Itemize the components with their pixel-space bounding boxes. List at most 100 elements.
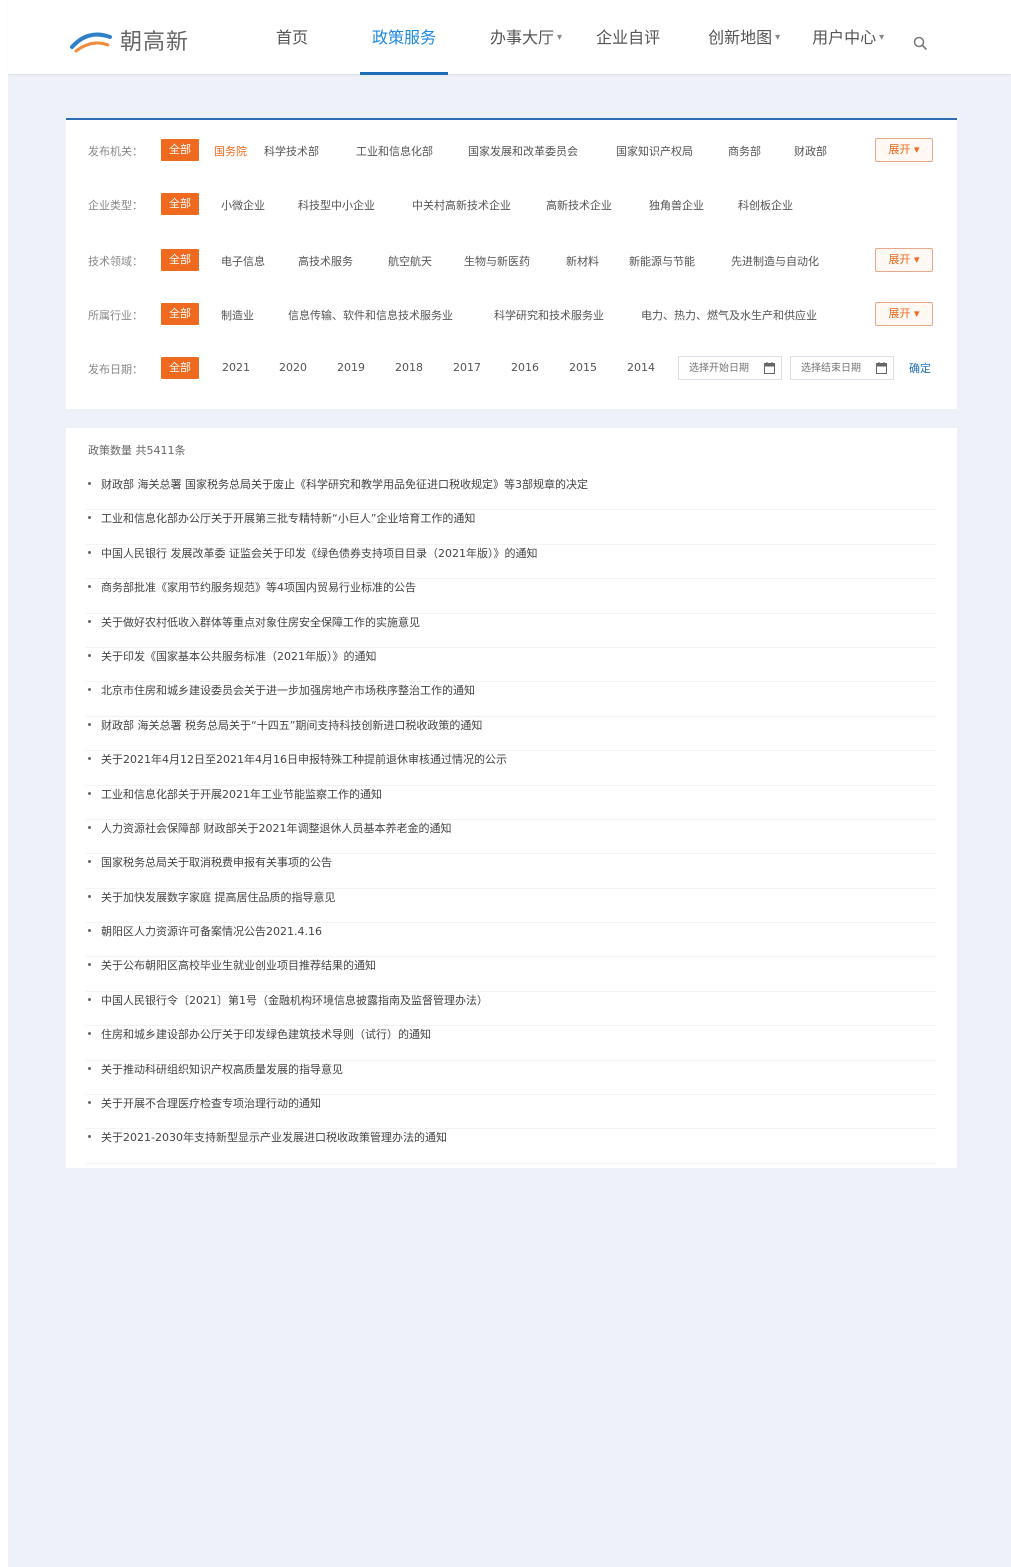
policy-title-link[interactable]: 关于推动科研组织知识产权高质量发展的指导意见	[101, 1061, 343, 1077]
policy-title-link[interactable]: 关于2021年4月12日至2021年4月16日申报特殊工种提前退休审核通过情况的…	[101, 751, 507, 767]
filter-option[interactable]: 电力、热力、燃气及水生产和供应业	[641, 307, 817, 323]
filter-option[interactable]: 2020	[279, 361, 307, 374]
policy-title-link[interactable]: 国家税务总局关于取消税费申报有关事项的公告	[101, 854, 332, 870]
filter-option[interactable]: 高新技术企业	[546, 197, 612, 213]
calendar-icon[interactable]	[876, 362, 887, 374]
nav-item-innovation-map[interactable]: 创新地图 ▾	[708, 0, 780, 75]
filter-all-button[interactable]: 全部	[161, 139, 199, 161]
calendar-icon[interactable]	[764, 362, 775, 374]
policy-list-item[interactable]: 关于2021-2030年支持新型显示产业发展进口税收政策管理办法的通知	[86, 1129, 936, 1164]
filter-all-button[interactable]: 全部	[161, 193, 199, 215]
policy-title-link[interactable]: 关于做好农村低收入群体等重点对象住房安全保障工作的实施意见	[101, 614, 420, 630]
policy-list-item[interactable]: 关于推动科研组织知识产权高质量发展的指导意见	[86, 1061, 936, 1096]
filter-option[interactable]: 制造业	[221, 307, 254, 323]
filter-option[interactable]: 财政部	[794, 143, 827, 159]
page-background: 朝高新 首页 政策服务 办事大厅 ▾ 企业自评 创新地图 ▾ 用户中心 ▾ 发布…	[8, 0, 1011, 1567]
policy-list-item[interactable]: 住房和城乡建设部办公厅关于印发绿色建筑技术导则（试行）的通知	[86, 1026, 936, 1061]
date-end-input[interactable]	[791, 357, 869, 379]
policy-list-item[interactable]: 中国人民银行 发展改革委 证监会关于印发《绿色债券支持项目目录（2021年版）》…	[86, 545, 936, 580]
policy-list-item[interactable]: 关于2021年4月12日至2021年4月16日申报特殊工种提前退休审核通过情况的…	[86, 751, 936, 786]
policy-title-link[interactable]: 住房和城乡建设部办公厅关于印发绿色建筑技术导则（试行）的通知	[101, 1026, 431, 1042]
filter-option[interactable]: 2021	[222, 361, 250, 374]
filter-all-button[interactable]: 全部	[161, 249, 199, 271]
filter-option[interactable]: 科创板企业	[738, 197, 793, 213]
policy-list-item[interactable]: 商务部批准《家用节约服务规范》等4项国内贸易行业标准的公告	[86, 579, 936, 614]
policy-list-item[interactable]: 关于做好农村低收入群体等重点对象住房安全保障工作的实施意见	[86, 614, 936, 648]
policy-title-link[interactable]: 人力资源社会保障部 财政部关于2021年调整退休人员基本养老金的通知	[101, 820, 452, 836]
filter-all-button[interactable]: 全部	[161, 357, 199, 379]
filter-option[interactable]: 小微企业	[221, 197, 265, 213]
policy-list-item[interactable]: 关于公布朝阳区高校毕业生就业创业项目推荐结果的通知	[86, 957, 936, 992]
policy-list-item[interactable]: 财政部 海关总署 税务总局关于“十四五”期间支持科技创新进口税收政策的通知	[86, 717, 936, 752]
date-start-input[interactable]	[679, 357, 757, 379]
filter-option[interactable]: 国家知识产权局	[616, 143, 693, 159]
filter-option[interactable]: 2017	[453, 361, 481, 374]
nav-item-service-hall[interactable]: 办事大厅 ▾	[490, 0, 562, 75]
nav-item-self-assessment[interactable]: 企业自评	[596, 0, 660, 75]
chevron-down-icon: ▾	[557, 31, 563, 43]
filter-option[interactable]: 独角兽企业	[649, 197, 704, 213]
policy-title-link[interactable]: 财政部 海关总署 国家税务总局关于废止《科学研究和教学用品免征进口税收规定》等3…	[101, 476, 588, 492]
search-icon[interactable]	[913, 36, 927, 50]
policy-title-link[interactable]: 工业和信息化部关于开展2021年工业节能监察工作的通知	[101, 786, 382, 802]
nav-item-user-center[interactable]: 用户中心 ▾	[812, 0, 884, 75]
expand-more-button[interactable]: 展开 ▾	[875, 138, 933, 162]
filter-option[interactable]: 2019	[337, 361, 365, 374]
policy-list-item[interactable]: 关于印发《国家基本公共服务标准（2021年版）》的通知	[86, 648, 936, 683]
date-start-field[interactable]	[678, 356, 782, 380]
bullet-icon	[88, 860, 91, 864]
filter-option[interactable]: 2015	[569, 361, 597, 374]
site-logo[interactable]: 朝高新	[70, 24, 189, 56]
policy-list-item[interactable]: 工业和信息化部关于开展2021年工业节能监察工作的通知	[86, 786, 936, 820]
nav-item-home[interactable]: 首页	[276, 0, 308, 75]
bullet-icon	[88, 619, 91, 623]
filter-option[interactable]: 2014	[627, 361, 655, 374]
filter-option[interactable]: 生物与新医药	[464, 253, 530, 269]
policy-title-link[interactable]: 财政部 海关总署 税务总局关于“十四五”期间支持科技创新进口税收政策的通知	[101, 717, 482, 733]
filter-option[interactable]: 电子信息	[221, 253, 265, 269]
filter-option[interactable]: 2016	[511, 361, 539, 374]
filter-option[interactable]: 科技型中小企业	[298, 197, 375, 213]
policy-list-item[interactable]: 工业和信息化部办公厅关于开展第三批专精特新“小巨人”企业培育工作的通知	[86, 510, 936, 545]
filter-option[interactable]: 航空航天	[388, 253, 432, 269]
filter-option[interactable]: 2018	[395, 361, 423, 374]
policy-list-item[interactable]: 中国人民银行令〔2021〕第1号（金融机构环境信息披露指南及监督管理办法）	[86, 992, 936, 1027]
policy-title-link[interactable]: 商务部批准《家用节约服务规范》等4项国内贸易行业标准的公告	[101, 579, 416, 595]
policy-title-link[interactable]: 关于加快发展数字家庭 提高居住品质的指导意见	[101, 889, 336, 905]
filter-option[interactable]: 国务院	[214, 143, 247, 159]
policy-list-item[interactable]: 关于加快发展数字家庭 提高居住品质的指导意见	[86, 889, 936, 924]
filter-option[interactable]: 中关村高新技术企业	[412, 197, 511, 213]
filter-option[interactable]: 高技术服务	[298, 253, 353, 269]
policy-list-item[interactable]: 国家税务总局关于取消税费申报有关事项的公告	[86, 854, 936, 889]
policy-title-link[interactable]: 北京市住房和城乡建设委员会关于进一步加强房地产市场秩序整治工作的通知	[101, 682, 475, 698]
date-confirm-button[interactable]: 确定	[909, 360, 931, 376]
bullet-icon	[88, 997, 91, 1001]
filter-option[interactable]: 信息传输、软件和信息技术服务业	[288, 307, 453, 323]
policy-title-link[interactable]: 关于印发《国家基本公共服务标准（2021年版）》的通知	[101, 648, 377, 664]
nav-item-policy-services[interactable]: 政策服务	[360, 0, 449, 75]
expand-more-button[interactable]: 展开 ▾	[875, 302, 933, 326]
date-end-field[interactable]	[790, 356, 894, 380]
policy-title-link[interactable]: 关于2021-2030年支持新型显示产业发展进口税收政策管理办法的通知	[101, 1129, 447, 1145]
policy-title-link[interactable]: 关于开展不合理医疗检查专项治理行动的通知	[101, 1095, 321, 1111]
policy-list-item[interactable]: 财政部 海关总署 国家税务总局关于废止《科学研究和教学用品免征进口税收规定》等3…	[86, 476, 936, 511]
filter-option[interactable]: 科学技术部	[264, 143, 319, 159]
filter-option[interactable]: 先进制造与自动化	[731, 253, 819, 269]
policy-list-item[interactable]: 关于开展不合理医疗检查专项治理行动的通知	[86, 1095, 936, 1130]
filter-option[interactable]: 新材料	[566, 253, 599, 269]
policy-list-item[interactable]: 人力资源社会保障部 财政部关于2021年调整退休人员基本养老金的通知	[86, 820, 936, 855]
policy-list-item[interactable]: 北京市住房和城乡建设委员会关于进一步加强房地产市场秩序整治工作的通知	[86, 682, 936, 717]
policy-title-link[interactable]: 中国人民银行令〔2021〕第1号（金融机构环境信息披露指南及监督管理办法）	[101, 992, 488, 1008]
filter-option[interactable]: 商务部	[728, 143, 761, 159]
policy-title-link[interactable]: 工业和信息化部办公厅关于开展第三批专精特新“小巨人”企业培育工作的通知	[101, 510, 475, 526]
policy-title-link[interactable]: 中国人民银行 发展改革委 证监会关于印发《绿色债券支持项目目录（2021年版）》…	[101, 545, 538, 561]
filter-option[interactable]: 工业和信息化部	[356, 143, 433, 159]
filter-option[interactable]: 新能源与节能	[629, 253, 695, 269]
policy-list-item[interactable]: 朝阳区人力资源许可备案情况公告2021.4.16	[86, 923, 936, 958]
expand-more-button[interactable]: 展开 ▾	[875, 248, 933, 272]
filter-option[interactable]: 国家发展和改革委员会	[468, 143, 578, 159]
policy-title-link[interactable]: 关于公布朝阳区高校毕业生就业创业项目推荐结果的通知	[101, 957, 376, 973]
filter-all-button[interactable]: 全部	[161, 303, 199, 325]
policy-title-link[interactable]: 朝阳区人力资源许可备案情况公告2021.4.16	[101, 923, 322, 939]
filter-option[interactable]: 科学研究和技术服务业	[494, 307, 604, 323]
